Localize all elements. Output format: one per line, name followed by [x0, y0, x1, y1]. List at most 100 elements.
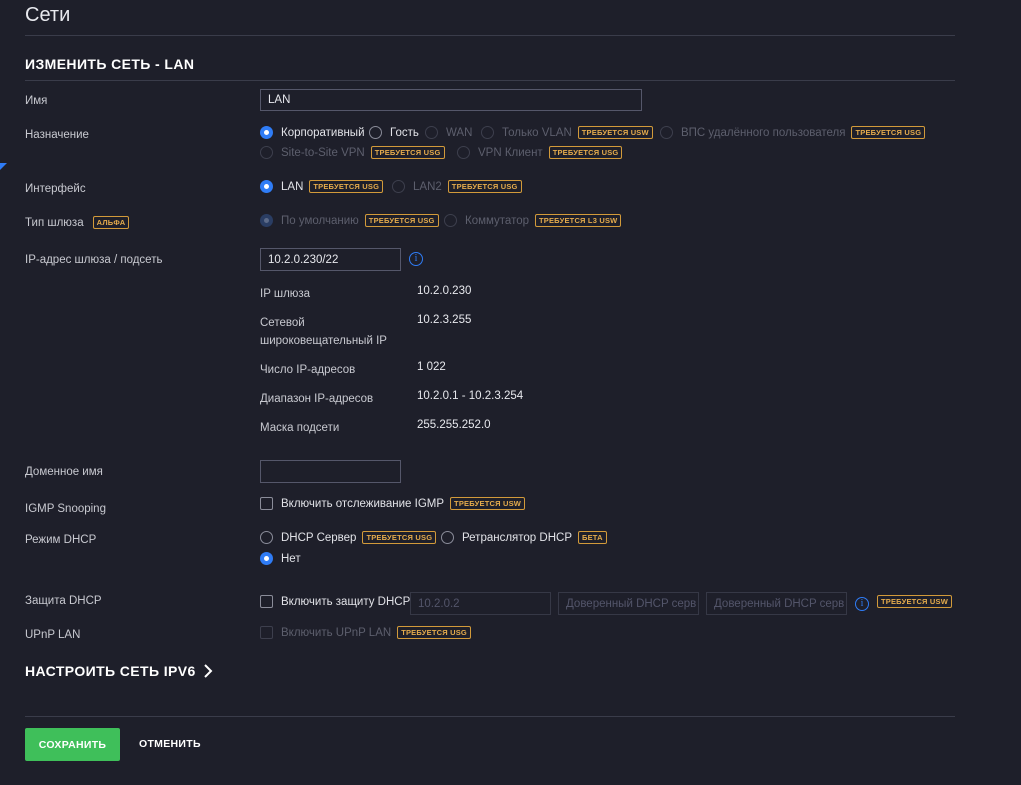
dhcp-guard-checkbox-label: Включить защиту DHCP — [281, 595, 411, 608]
detail-value: 255.255.252.0 — [417, 419, 491, 431]
info-icon[interactable]: i — [855, 597, 869, 611]
purpose-option-vlan-only: Только VLAN ТРЕБУЕТСЯ USW — [481, 126, 653, 139]
purpose-option-label: Site-to-Site VPN — [281, 146, 365, 159]
radio — [660, 126, 673, 139]
section-divider — [25, 80, 955, 81]
gateway-type-label-group: Тип шлюза АЛЬФА — [25, 216, 130, 229]
radio[interactable] — [369, 126, 382, 139]
purpose-option-remote-vpn: ВПС удалённого пользователя ТРЕБУЕТСЯ US… — [660, 126, 926, 139]
igmp-checkbox-label: Включить отслеживание IGMP — [281, 497, 445, 510]
interface-option-lan[interactable]: LAN ТРЕБУЕТСЯ USG — [260, 180, 384, 193]
requires-badge: ТРЕБУЕТСЯ USG — [447, 180, 522, 193]
detail-key: Маска подсети — [260, 422, 340, 434]
requires-badge: ТРЕБУЕТСЯ USW — [450, 497, 526, 510]
dhcp-option-server[interactable]: DHCP Сервер ТРЕБУЕТСЯ USG — [260, 531, 437, 544]
radio — [392, 180, 405, 193]
radio[interactable] — [260, 531, 273, 544]
detail-value: 10.2.0.230 — [417, 285, 472, 297]
detail-value: 10.2.3.255 — [417, 314, 472, 326]
corner-marker — [0, 163, 7, 170]
name-label: Имя — [25, 95, 48, 107]
radio-selected[interactable] — [260, 552, 273, 565]
requires-badge: ТРЕБУЕТСЯ USG — [397, 626, 471, 639]
igmp-checkbox-row[interactable]: Включить отслеживание IGMP ТРЕБУЕТСЯ USW — [260, 497, 526, 510]
dhcp-guard-checkbox-row[interactable]: Включить защиту DHCP — [260, 595, 410, 608]
dhcp-option-label: Ретранслятор DHCP — [462, 531, 572, 544]
dhcp-guard-checkbox[interactable] — [260, 595, 273, 608]
section-title: ИЗМЕНИТЬ СЕТЬ - LAN — [25, 56, 195, 72]
upnp-checkbox-row: Включить UPnP LAN ТРЕБУЕТСЯ USG — [260, 626, 471, 639]
gateway-option-label: Коммутатор — [465, 214, 529, 227]
radio — [444, 214, 457, 227]
requires-badge: ТРЕБУЕТСЯ USG — [851, 126, 926, 139]
purpose-option-label: VPN Клиент — [478, 146, 543, 159]
radio-selected — [260, 214, 273, 227]
radio-selected[interactable] — [260, 126, 273, 139]
configure-ipv6-link[interactable]: НАСТРОИТЬ СЕТЬ IPV6 — [25, 663, 213, 679]
detail-key: Диапазон IP-адресов — [260, 393, 374, 405]
gateway-subnet-input[interactable]: 10.2.0.230/22 — [260, 248, 401, 271]
chevron-right-icon — [203, 664, 213, 678]
dhcp-mode-label: Режим DHCP — [25, 534, 97, 546]
igmp-checkbox[interactable] — [260, 497, 273, 510]
footer-divider — [25, 716, 955, 717]
gateway-option-switch: Коммутатор ТРЕБУЕТСЯ L3 USW — [444, 214, 622, 227]
radio[interactable] — [441, 531, 454, 544]
title-divider — [25, 35, 955, 36]
dhcp-guard-server-3-input: Доверенный DHCP серв — [706, 592, 847, 615]
purpose-label: Назначение — [25, 129, 89, 141]
requires-badge: ТРЕБУЕТСЯ USW — [577, 126, 653, 139]
radio — [260, 146, 273, 159]
purpose-option-wan: WAN — [425, 126, 472, 139]
radio — [481, 126, 494, 139]
detail-key: Сетевой широковещательный IP — [260, 317, 387, 347]
radio — [457, 146, 470, 159]
requires-badge: ТРЕБУЕТСЯ USG — [364, 214, 439, 227]
igmp-label: IGMP Snooping — [25, 503, 106, 515]
dhcp-guard-server-1-input: 10.2.0.2 — [410, 592, 551, 615]
page-title: Сети — [25, 4, 71, 26]
dhcp-option-none[interactable]: Нет — [260, 552, 301, 565]
alpha-badge: АЛЬФА — [92, 216, 130, 229]
interface-option-lan2: LAN2 ТРЕБУЕТСЯ USG — [392, 180, 522, 193]
requires-badge: ТРЕБУЕТСЯ USG — [362, 531, 437, 544]
cancel-button[interactable]: ОТМЕНИТЬ — [139, 738, 201, 750]
requires-badge: ТРЕБУЕТСЯ L3 USW — [535, 214, 622, 227]
gateway-option-label: По умолчанию — [281, 214, 359, 227]
beta-badge: БЕТА — [578, 531, 607, 544]
dhcp-option-relay[interactable]: Ретранслятор DHCP БЕТА — [441, 531, 607, 544]
purpose-option-vpn-client: VPN Клиент ТРЕБУЕТСЯ USG — [457, 146, 623, 159]
radio — [425, 126, 438, 139]
detail-value: 1 022 — [417, 361, 446, 373]
purpose-option-label: Только VLAN — [502, 126, 572, 139]
upnp-checkbox — [260, 626, 273, 639]
radio-selected[interactable] — [260, 180, 273, 193]
gateway-subnet-label: IP-адрес шлюза / подсеть — [25, 254, 163, 266]
configure-ipv6-label: НАСТРОИТЬ СЕТЬ IPV6 — [25, 663, 196, 679]
upnp-label: UPnP LAN — [25, 629, 81, 641]
purpose-option-corporate[interactable]: Корпоративный — [260, 126, 365, 139]
dhcp-guard-server-2-input: Доверенный DHCP серв — [558, 592, 699, 615]
requires-badge: ТРЕБУЕТСЯ USG — [548, 146, 623, 159]
interface-label: Интерфейс — [25, 183, 86, 195]
purpose-option-label: WAN — [446, 126, 473, 139]
save-button[interactable]: СОХРАНИТЬ — [25, 728, 120, 761]
interface-option-label: LAN2 — [413, 180, 442, 193]
interface-option-label: LAN — [281, 180, 304, 193]
gateway-type-label: Тип шлюза — [25, 216, 84, 229]
detail-key: IP шлюза — [260, 288, 311, 300]
info-icon[interactable]: i — [409, 252, 423, 266]
purpose-option-label: ВПС удалённого пользователя — [681, 126, 846, 139]
purpose-option-label: Корпоративный — [281, 126, 365, 139]
requires-badge: ТРЕБУЕТСЯ USG — [370, 146, 445, 159]
purpose-option-guest[interactable]: Гость — [369, 126, 419, 139]
detail-value: 10.2.0.1 - 10.2.3.254 — [417, 390, 524, 402]
upnp-checkbox-label: Включить UPnP LAN — [281, 626, 392, 639]
domain-name-input[interactable] — [260, 460, 401, 483]
dhcp-option-label: DHCP Сервер — [281, 531, 357, 544]
requires-badge: ТРЕБУЕТСЯ USG — [309, 180, 384, 193]
name-input[interactable]: LAN — [260, 89, 642, 111]
purpose-option-site-to-site: Site-to-Site VPN ТРЕБУЕТСЯ USG — [260, 146, 445, 159]
dhcp-option-label: Нет — [281, 552, 301, 565]
purpose-option-label: Гость — [390, 126, 419, 139]
